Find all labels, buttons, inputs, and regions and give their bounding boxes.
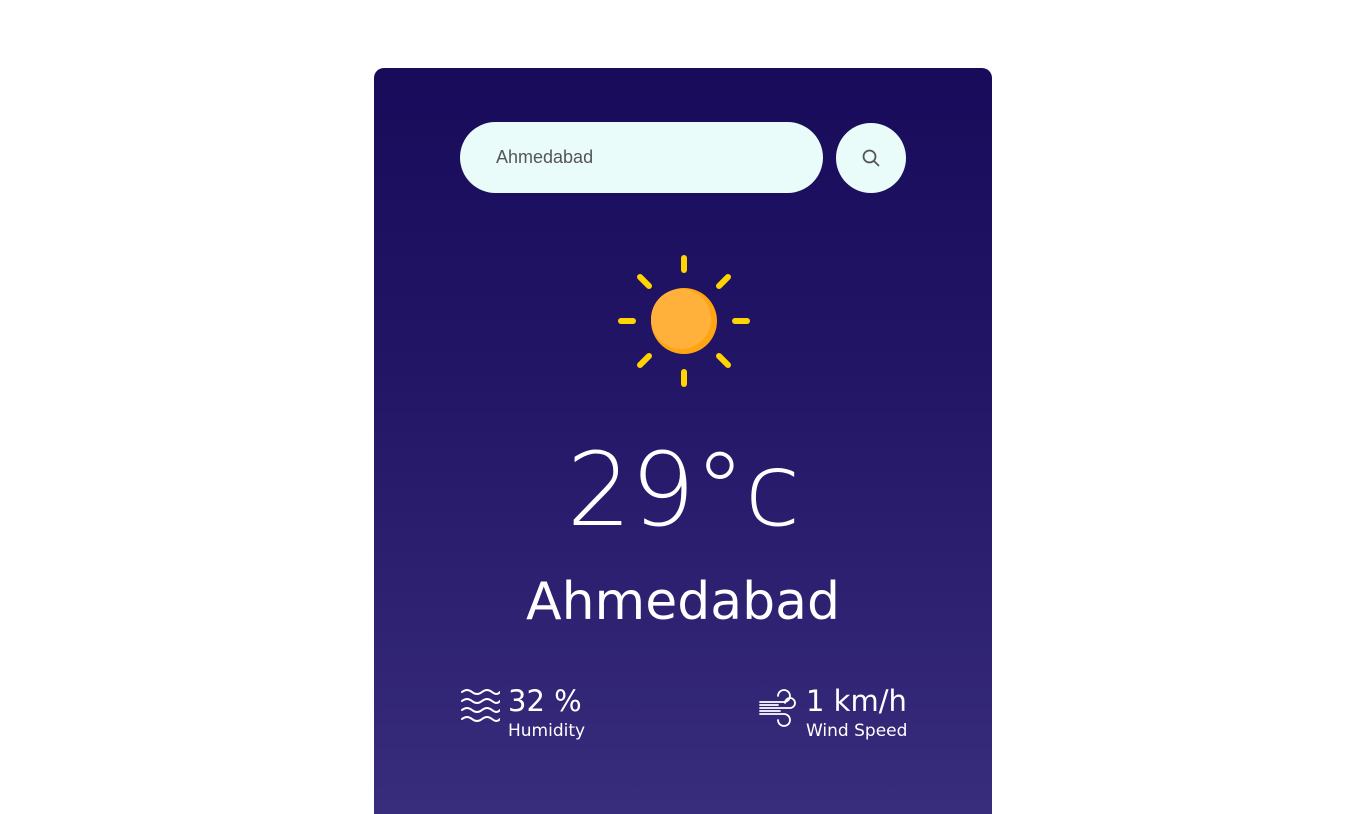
- wind-label: Wind Speed: [806, 720, 908, 741]
- search-input[interactable]: [460, 122, 823, 193]
- search-icon: [862, 149, 880, 166]
- humidity-icon: [461, 689, 500, 722]
- wind-icon: [759, 689, 796, 727]
- sun-icon: [618, 255, 750, 387]
- humidity-detail: 32 % Humidity: [460, 684, 586, 742]
- city-name: Ahmedabad: [526, 572, 840, 632]
- search-button[interactable]: [836, 122, 906, 193]
- humidity-text: 32 % Humidity: [508, 684, 586, 742]
- temperature: 29°c: [566, 431, 801, 550]
- humidity-value: 32 %: [508, 684, 582, 718]
- wind-detail: 1 km/h Wind Speed: [758, 684, 908, 742]
- wind-text: 1 km/h Wind Speed: [806, 684, 908, 742]
- humidity-label: Humidity: [508, 720, 586, 741]
- search-bar: [460, 122, 906, 193]
- weather-card: 29°c Ahmedabad 32 % Humidity: [374, 68, 992, 814]
- wind-value: 1 km/h: [806, 684, 907, 718]
